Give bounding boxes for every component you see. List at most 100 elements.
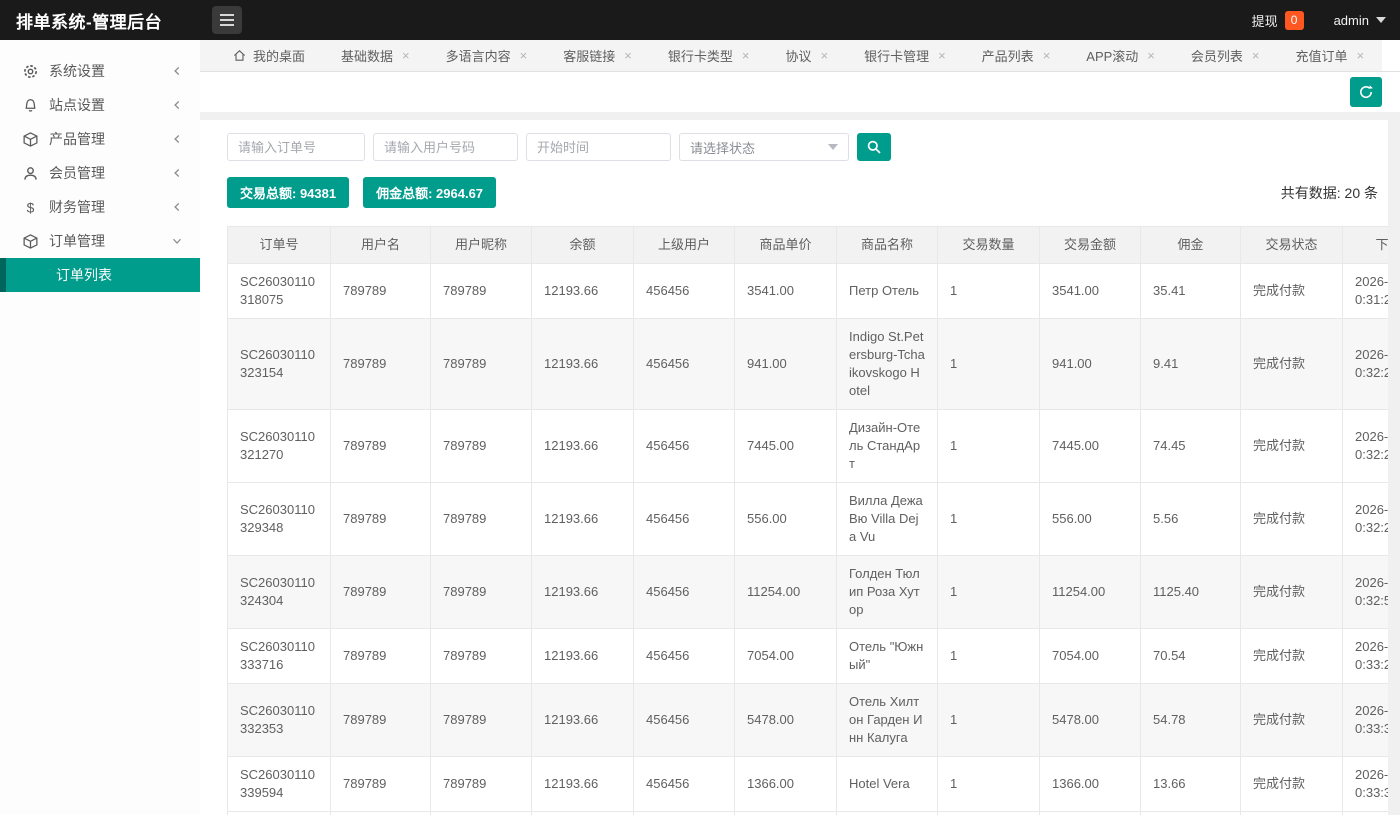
- cell-order-no: SC26030110333716: [228, 629, 331, 684]
- order-no-input[interactable]: [227, 133, 365, 161]
- cell-order-time: 2026-0:32:5: [1343, 556, 1388, 629]
- tab-close-icon[interactable]: ×: [402, 49, 410, 62]
- column-header: 商品名称: [837, 227, 938, 264]
- cell-commission: 74.45: [1141, 410, 1241, 483]
- tab-close-icon[interactable]: ×: [938, 49, 946, 62]
- sidebar-item-finance-management[interactable]: $ 财务管理: [0, 190, 200, 224]
- hamburger-menu-icon: [219, 13, 235, 27]
- cell-order-time: 2026-0:31:2: [1343, 264, 1388, 319]
- content-panel: 请选择状态 交易总额: 94381 佣金总额: 2964.67 共有数据: 20…: [200, 120, 1388, 815]
- chevron-down-icon: [828, 144, 838, 150]
- cell-trade-status: 完成付款: [1241, 757, 1343, 812]
- cell-balance: 12193.66: [532, 264, 634, 319]
- tab-close-icon[interactable]: ×: [1043, 49, 1051, 62]
- cell-trade-qty: 1: [938, 684, 1040, 757]
- cell-balance: 12193.66: [532, 410, 634, 483]
- cell-parent-user: 456456: [634, 264, 735, 319]
- cell-nickname: 789789: [431, 264, 532, 319]
- tab-close-icon[interactable]: ×: [1147, 49, 1155, 62]
- tab-bank-card-management[interactable]: 银行卡管理×: [846, 40, 964, 71]
- svg-text:$: $: [27, 199, 35, 215]
- cell-product-name: Петр Отель: [837, 264, 938, 319]
- caret-down-icon: [1376, 17, 1386, 23]
- cell-balance: 12193.66: [532, 319, 634, 410]
- tab-close-icon[interactable]: ×: [820, 49, 828, 62]
- sidebar-item-label: 订单管理: [49, 231, 170, 251]
- sidebar-item-system-settings[interactable]: 系统设置: [0, 54, 200, 88]
- sidebar-item-label: 系统设置: [49, 61, 170, 81]
- start-time-input[interactable]: [526, 133, 671, 161]
- withdraw-link[interactable]: 提现: [1252, 11, 1278, 30]
- sidebar-item-site-settings[interactable]: 站点设置: [0, 88, 200, 122]
- cell-parent-user: 456456: [634, 319, 735, 410]
- tab-close-icon[interactable]: ×: [624, 49, 632, 62]
- user-no-input[interactable]: [373, 133, 518, 161]
- summary-bar: 交易总额: 94381 佣金总额: 2964.67 共有数据: 20 条: [227, 177, 1388, 208]
- cell-nickname: 789789: [431, 483, 532, 556]
- tab-close-icon[interactable]: ×: [1252, 49, 1260, 62]
- column-header: 用户名: [331, 227, 431, 264]
- cell-balance: 12193.66: [532, 684, 634, 757]
- tab-customer-service-link[interactable]: 客服链接×: [545, 40, 650, 71]
- tab-product-list[interactable]: 产品列表 ×: [964, 40, 1069, 71]
- tab-close-icon[interactable]: ×: [742, 49, 750, 62]
- cube-icon: [22, 131, 39, 148]
- cell-order-time: 2026-0:33:3: [1343, 684, 1388, 757]
- cell-parent-user: 456456: [634, 483, 735, 556]
- tab-agreement[interactable]: 协议×: [767, 40, 846, 71]
- cell-trade-qty: 1: [938, 757, 1040, 812]
- tab-basic-data[interactable]: 基础数据×: [323, 40, 428, 71]
- cell-trade-qty: 1: [938, 264, 1040, 319]
- orders-table: 订单号用户名用户昵称余额上级用户商品单价商品名称交易数量交易金额佣金交易状态下单…: [227, 226, 1388, 815]
- cell-trade-qty: 1: [938, 410, 1040, 483]
- cell-balance: 12193.66: [532, 483, 634, 556]
- search-button[interactable]: [857, 133, 891, 161]
- cell-order-time: 2026-0:33:2: [1343, 629, 1388, 684]
- tab-bank-card-type[interactable]: 银行卡类型×: [650, 40, 768, 71]
- cell-parent-user: 456456: [634, 556, 735, 629]
- cell-trade-amount: 3541.00: [1040, 264, 1141, 319]
- tab-app-scroll[interactable]: APP滚动×: [1068, 40, 1173, 71]
- sidebar-item-label: 财务管理: [49, 197, 170, 217]
- cell-product-name: Indigo St.Petersburg-Tchaikovskogo Hotel: [837, 319, 938, 410]
- column-header: 订单号: [228, 227, 331, 264]
- chevron-left-icon: [170, 98, 184, 112]
- search-icon: [866, 139, 882, 155]
- sidebar-item-order-management[interactable]: 订单管理: [0, 224, 200, 258]
- cell-nickname: 789789: [431, 684, 532, 757]
- tab-close-icon[interactable]: ×: [520, 49, 528, 62]
- tab-bar: 我的桌面基础数据×多语言内容×客服链接×银行卡类型×协议×银行卡管理× 产品列表 ×…: [200, 40, 1400, 72]
- cell-order-time: 2026-0:33:3: [1343, 757, 1388, 812]
- table-row: SC2603011033959478978978978912193.664564…: [228, 757, 1388, 812]
- cell-product-price: 1366.00: [735, 757, 837, 812]
- chevron-left-icon: [170, 64, 184, 78]
- tab-order-list[interactable]: 订单列表×: [1382, 40, 1400, 71]
- refresh-button[interactable]: [1350, 77, 1382, 107]
- sidebar-item-member-management[interactable]: 会员管理: [0, 156, 200, 190]
- sidebar-toggle-button[interactable]: [212, 6, 242, 34]
- tab-recharge-orders[interactable]: 充值订单×: [1278, 40, 1383, 71]
- tab-multilang-content[interactable]: 多语言内容×: [428, 40, 546, 71]
- tab-close-icon[interactable]: ×: [1357, 49, 1365, 62]
- cell-trade-amount: 5478.00: [1040, 684, 1141, 757]
- chevron-down-icon: [170, 234, 184, 248]
- user-menu[interactable]: admin: [1334, 13, 1369, 28]
- tab-member-list[interactable]: 会员列表×: [1173, 40, 1278, 71]
- withdraw-count-badge: 0: [1285, 11, 1304, 30]
- cell-trade-status: 完成付款: [1241, 556, 1343, 629]
- tab-label: 产品列表: [982, 46, 1034, 65]
- column-header: 上级用户: [634, 227, 735, 264]
- column-header: 余额: [532, 227, 634, 264]
- status-select[interactable]: 请选择状态: [679, 133, 849, 161]
- sidebar-item-order-list[interactable]: 订单列表: [0, 258, 200, 292]
- cell-order-no: SC26030110323154: [228, 319, 331, 410]
- cell-trade-amount: 7054.00: [1040, 629, 1141, 684]
- sidebar-item-product-management[interactable]: 产品管理: [0, 122, 200, 156]
- cell-trade-status: 完成付款: [1241, 684, 1343, 757]
- cell-balance: 12193.66: [532, 757, 634, 812]
- table-row: SC2603011033235378978978978912193.664564…: [228, 684, 1388, 757]
- cell-order-time: 2026-0:32:2: [1343, 483, 1388, 556]
- bell-icon: [22, 97, 39, 114]
- cell-username: 789789: [331, 410, 431, 483]
- tab-my-desktop[interactable]: 我的桌面: [214, 40, 323, 71]
